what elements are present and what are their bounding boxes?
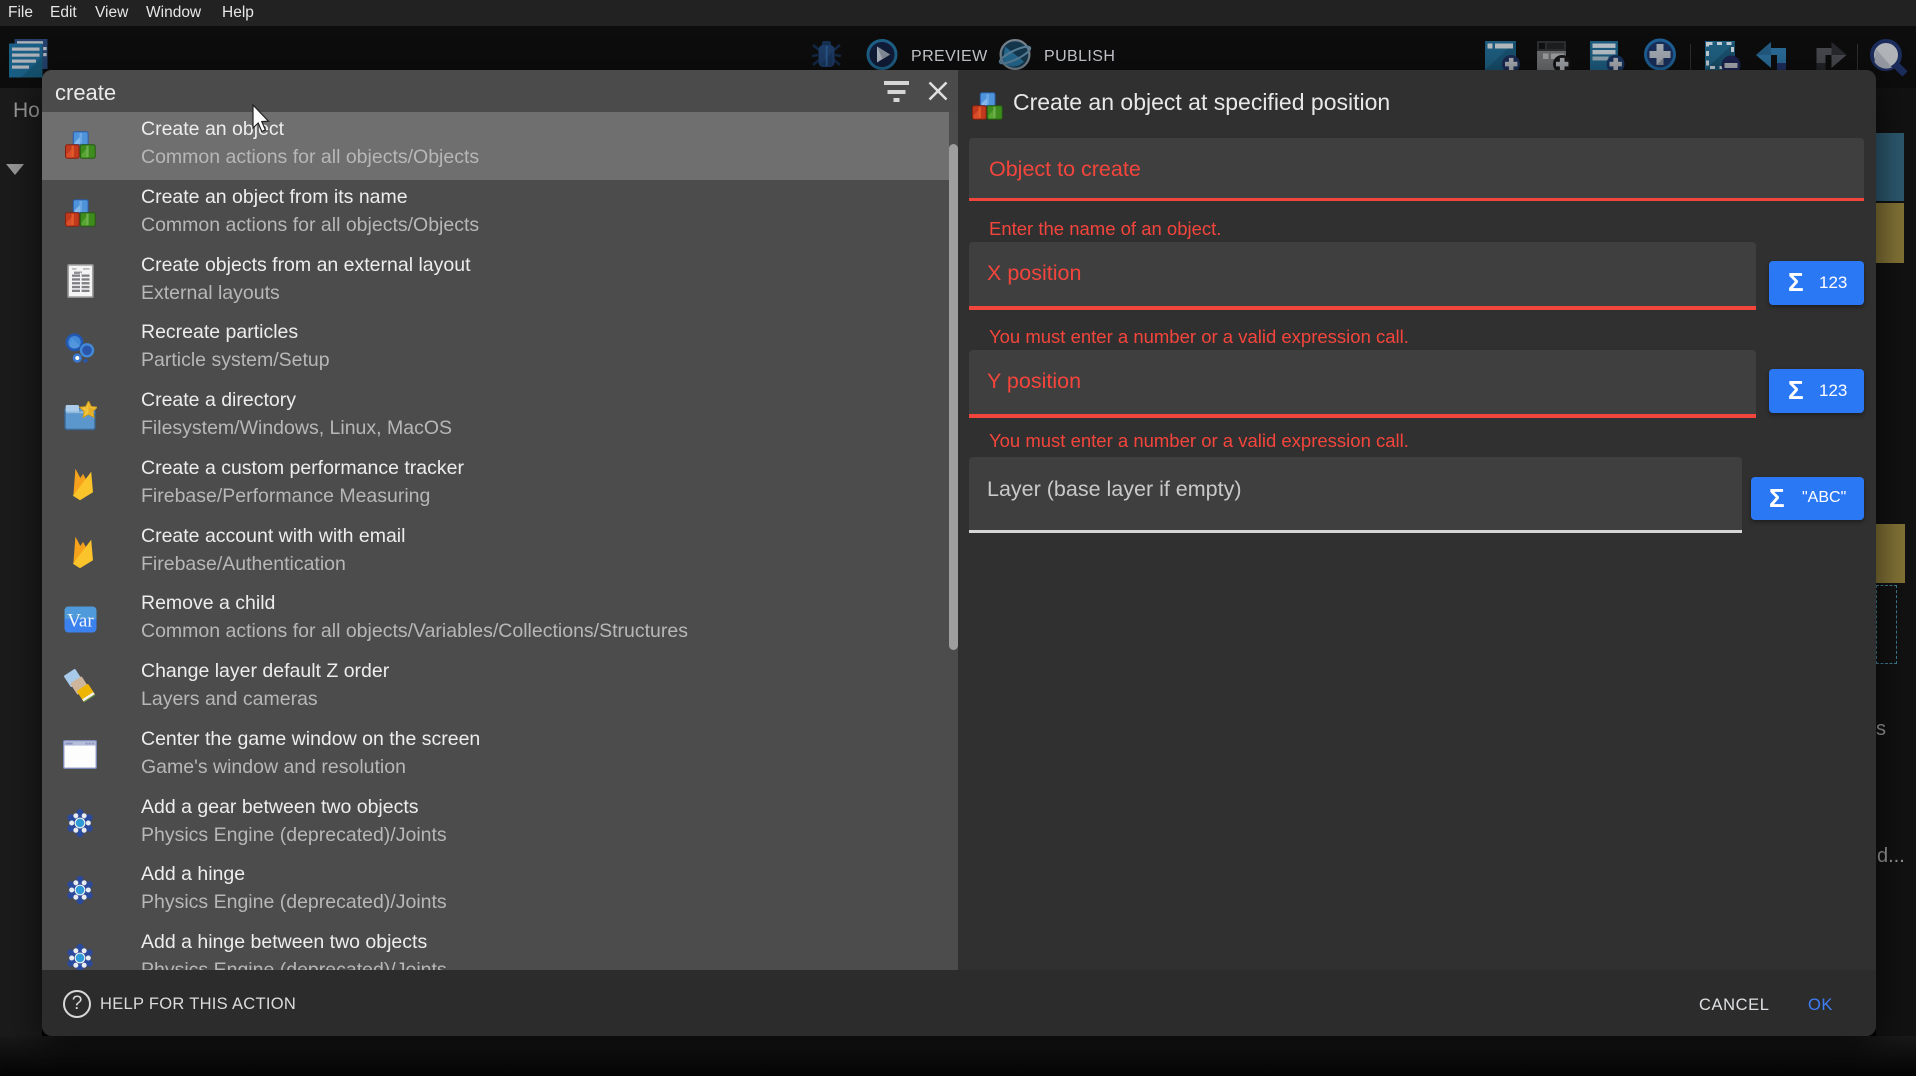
svg-text:Var: Var bbox=[67, 610, 94, 631]
